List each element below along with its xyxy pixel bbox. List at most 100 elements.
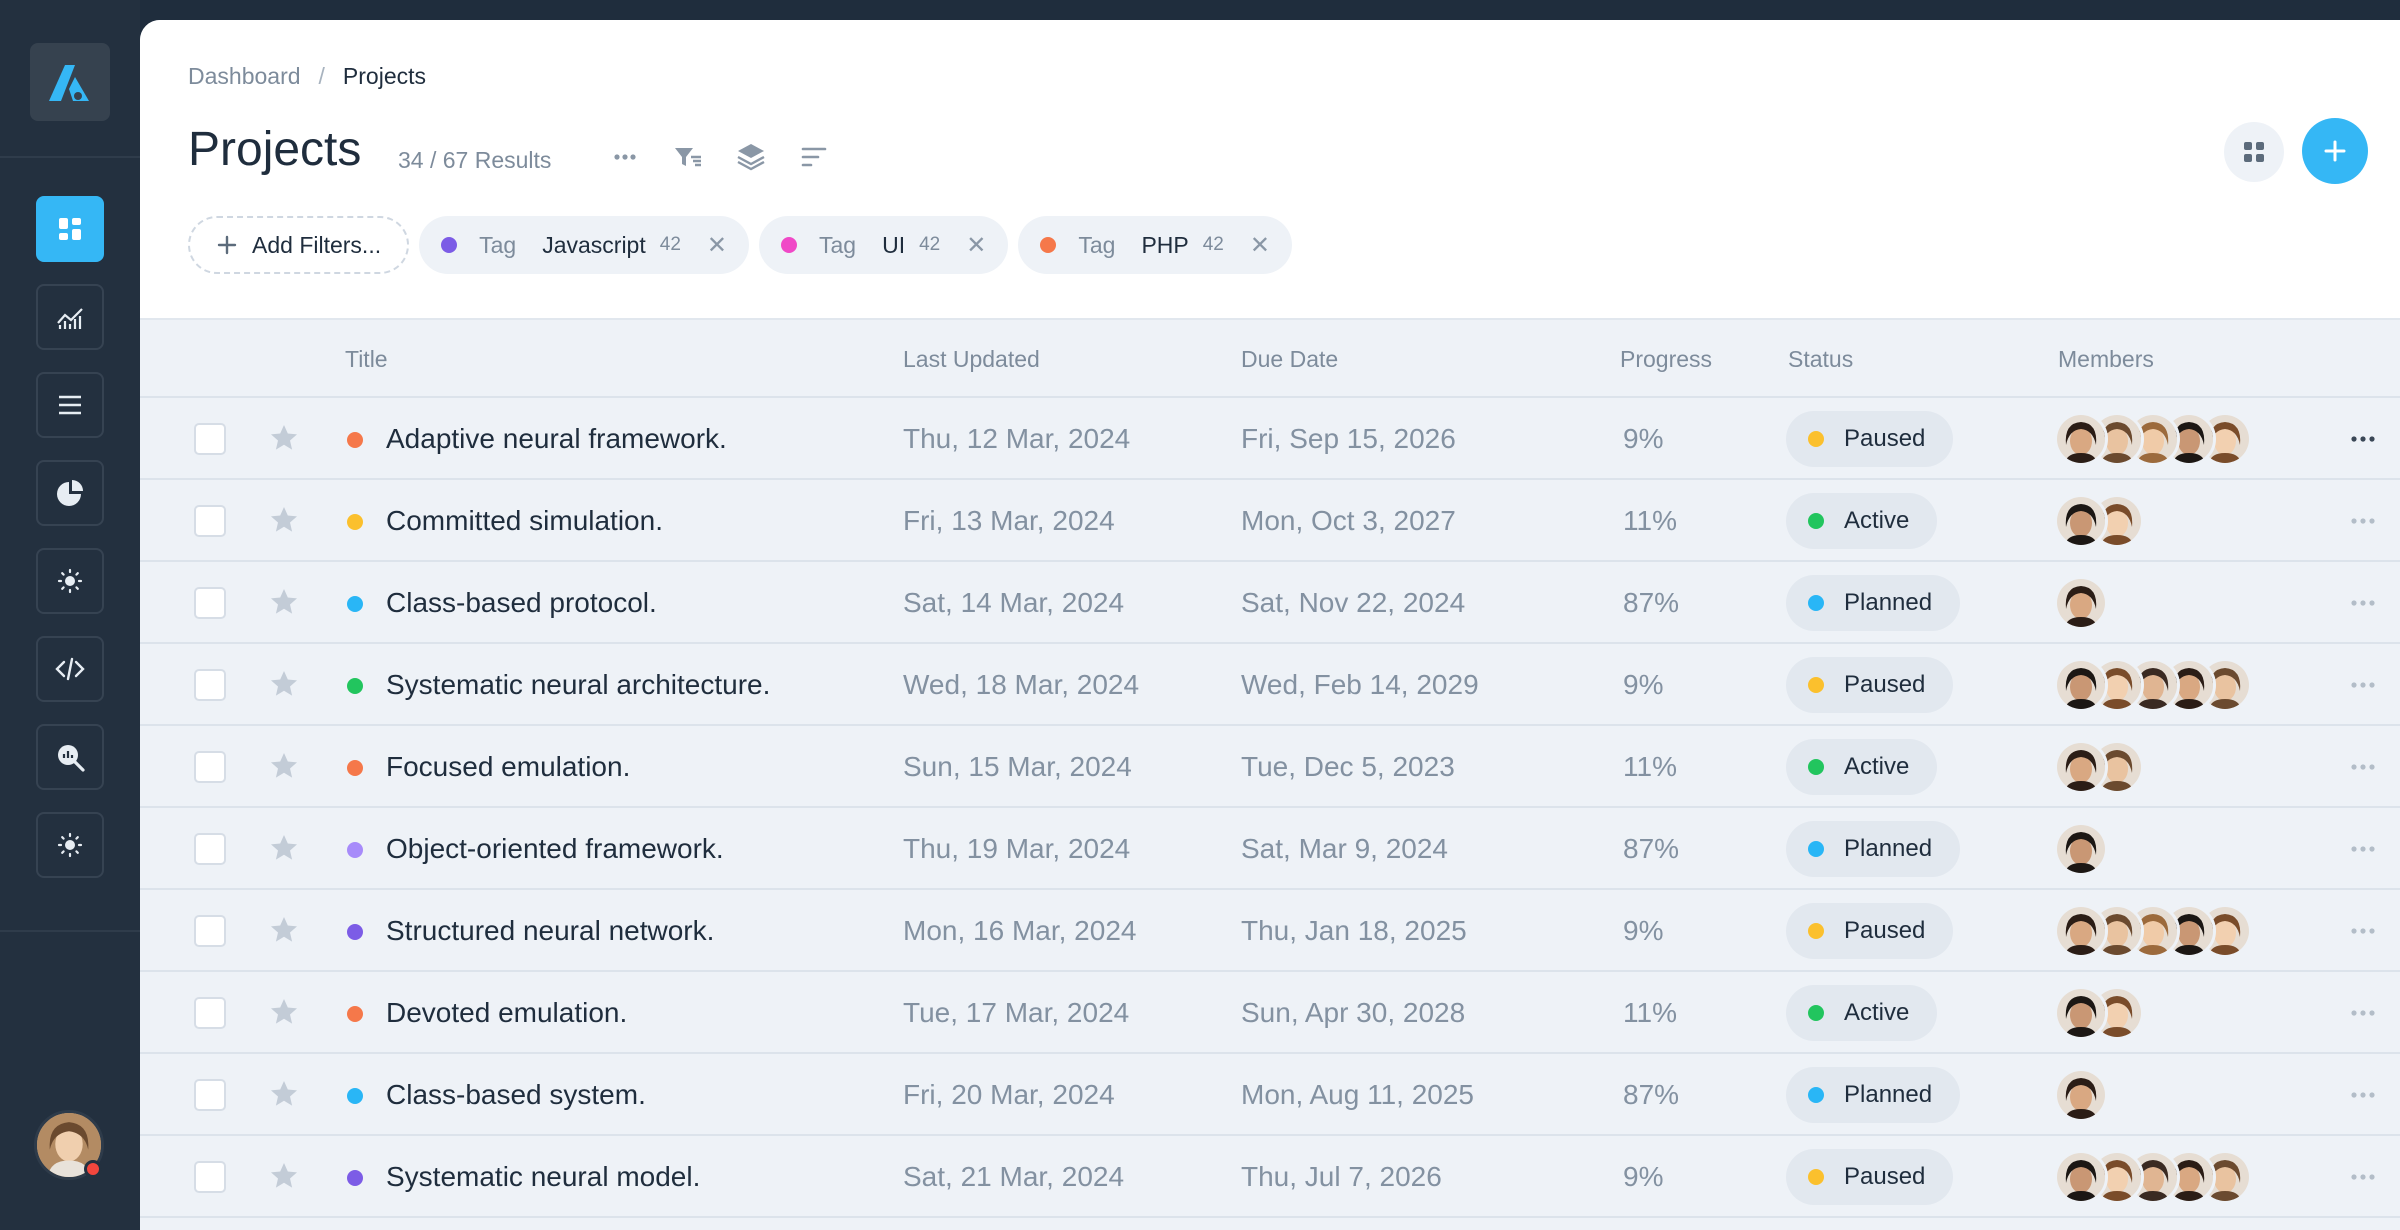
table-row[interactable]: Class-based system. Fri, 20 Mar, 2024 Mon,… bbox=[140, 1054, 2400, 1136]
grid-view-button[interactable] bbox=[2224, 122, 2284, 182]
row-more-icon[interactable] bbox=[2348, 508, 2378, 534]
member-avatar[interactable] bbox=[2054, 1068, 2108, 1122]
filter-icon[interactable] bbox=[671, 140, 705, 174]
star-icon[interactable] bbox=[268, 586, 300, 618]
member-avatar[interactable] bbox=[2054, 412, 2108, 466]
project-title[interactable]: Class-based system. bbox=[386, 1054, 646, 1136]
remove-filter-icon[interactable]: ✕ bbox=[1250, 231, 1270, 260]
star-icon[interactable] bbox=[268, 422, 300, 454]
table-row[interactable]: Adaptive neural framework. Thu, 12 Mar, 2… bbox=[140, 398, 2400, 480]
member-avatar[interactable] bbox=[2054, 494, 2108, 548]
row-checkbox[interactable] bbox=[194, 423, 226, 455]
member-avatar[interactable] bbox=[2054, 740, 2108, 794]
sidebar-item-code[interactable] bbox=[36, 636, 104, 702]
project-title[interactable]: Object-oriented framework. bbox=[386, 808, 724, 890]
row-checkbox[interactable] bbox=[194, 833, 226, 865]
filter-chip[interactable]: Tag UI 42 ✕ bbox=[759, 216, 1009, 274]
brand-logo[interactable] bbox=[30, 43, 110, 121]
row-checkbox[interactable] bbox=[194, 587, 226, 619]
project-color-dot bbox=[347, 432, 363, 448]
table-row[interactable]: Devoted emulation. Tue, 17 Mar, 2024 Sun, … bbox=[140, 972, 2400, 1054]
member-avatar[interactable] bbox=[2054, 1150, 2108, 1204]
table-row[interactable]: Class-based protocol. Sat, 14 Mar, 2024 Sa… bbox=[140, 562, 2400, 644]
star-icon[interactable] bbox=[268, 504, 300, 536]
row-more-icon[interactable] bbox=[2348, 918, 2378, 944]
column-header-status[interactable]: Status bbox=[1788, 346, 1853, 373]
column-header-due[interactable]: Due Date bbox=[1241, 346, 1338, 373]
row-checkbox[interactable] bbox=[194, 1079, 226, 1111]
row-more-icon[interactable] bbox=[2348, 1000, 2378, 1026]
breadcrumb-dashboard-link[interactable]: Dashboard bbox=[188, 63, 301, 90]
filter-bar: Add Filters... Tag Javascript 42 ✕ Tag U… bbox=[188, 216, 1292, 274]
project-title[interactable]: Committed simulation. bbox=[386, 480, 663, 562]
table-row[interactable]: Structured neural network. Mon, 16 Mar, 2… bbox=[140, 890, 2400, 972]
member-avatar[interactable] bbox=[2054, 904, 2108, 958]
add-project-button[interactable] bbox=[2302, 118, 2368, 184]
member-avatar[interactable] bbox=[2054, 576, 2108, 630]
sidebar-item-theme[interactable] bbox=[36, 548, 104, 614]
star-icon[interactable] bbox=[268, 1160, 300, 1192]
table-row[interactable]: Committed simulation. Fri, 13 Mar, 2024 Mo… bbox=[140, 480, 2400, 562]
filter-chip[interactable]: Tag Javascript 42 ✕ bbox=[419, 216, 749, 274]
row-more-icon[interactable] bbox=[2348, 672, 2378, 698]
star-icon[interactable] bbox=[268, 668, 300, 700]
brand-logo-icon bbox=[49, 65, 89, 101]
project-title[interactable]: Focused emulation. bbox=[386, 726, 630, 808]
project-title[interactable]: Adaptive neural framework. bbox=[386, 398, 727, 480]
row-more-icon[interactable] bbox=[2348, 836, 2378, 862]
member-avatar[interactable] bbox=[2054, 986, 2108, 1040]
sort-icon[interactable] bbox=[797, 140, 831, 174]
member-avatar[interactable] bbox=[2054, 658, 2108, 712]
sidebar-item-reports[interactable] bbox=[36, 460, 104, 526]
row-more-icon[interactable] bbox=[2348, 754, 2378, 780]
layers-icon[interactable] bbox=[734, 140, 768, 174]
star-icon[interactable] bbox=[268, 750, 300, 782]
project-title[interactable]: Structured neural network. bbox=[386, 890, 714, 972]
sidebar-item-dashboard[interactable] bbox=[36, 196, 104, 262]
sidebar-item-analytics[interactable] bbox=[36, 284, 104, 350]
row-checkbox[interactable] bbox=[194, 751, 226, 783]
row-more-icon[interactable] bbox=[2348, 1082, 2378, 1108]
star-icon[interactable] bbox=[268, 832, 300, 864]
last-updated: Sat, 21 Mar, 2024 bbox=[903, 1161, 1125, 1192]
project-title[interactable]: Systematic neural architecture. bbox=[386, 644, 770, 726]
row-checkbox[interactable] bbox=[194, 669, 226, 701]
filter-chip[interactable]: Tag PHP 42 ✕ bbox=[1018, 216, 1292, 274]
table-row[interactable]: Object-oriented framework. Thu, 19 Mar, 2… bbox=[140, 808, 2400, 890]
project-title[interactable]: Devoted emulation. bbox=[386, 972, 627, 1054]
progress-value: 11% bbox=[1623, 505, 1677, 536]
column-header-title[interactable]: Title bbox=[345, 346, 388, 373]
add-filters-button[interactable]: Add Filters... bbox=[188, 216, 410, 274]
project-title[interactable]: Systematic neural model. bbox=[386, 1136, 700, 1218]
row-checkbox[interactable] bbox=[194, 915, 226, 947]
column-header-updated[interactable]: Last Updated bbox=[903, 346, 1040, 373]
table-row[interactable]: Systematic neural model. Sat, 21 Mar, 202… bbox=[140, 1136, 2400, 1218]
sidebar-item-settings[interactable] bbox=[36, 812, 104, 878]
last-updated: Wed, 18 Mar, 2024 bbox=[903, 669, 1140, 700]
sidebar-item-list[interactable] bbox=[36, 372, 104, 438]
row-checkbox[interactable] bbox=[194, 997, 226, 1029]
plus-icon bbox=[2324, 140, 2346, 162]
due-date: Mon, Aug 11, 2025 bbox=[1241, 1079, 1474, 1110]
more-options-icon[interactable] bbox=[608, 140, 642, 174]
progress-value: 9% bbox=[1623, 423, 1664, 454]
column-header-members[interactable]: Members bbox=[2058, 346, 2154, 373]
project-title[interactable]: Class-based protocol. bbox=[386, 562, 657, 644]
sidebar-item-search-analytics[interactable] bbox=[36, 724, 104, 790]
table-row[interactable]: Systematic neural architecture. Wed, 18 M… bbox=[140, 644, 2400, 726]
row-more-icon[interactable] bbox=[2348, 426, 2378, 452]
row-more-icon[interactable] bbox=[2348, 1164, 2378, 1190]
remove-filter-icon[interactable]: ✕ bbox=[966, 231, 986, 260]
remove-filter-icon[interactable]: ✕ bbox=[707, 231, 727, 260]
star-icon[interactable] bbox=[268, 914, 300, 946]
column-header-progress[interactable]: Progress bbox=[1620, 346, 1712, 373]
status-label: Planned bbox=[1844, 1081, 1933, 1108]
row-checkbox[interactable] bbox=[194, 505, 226, 537]
star-icon[interactable] bbox=[268, 1078, 300, 1110]
chip-key: Tag bbox=[1078, 231, 1116, 258]
member-avatar[interactable] bbox=[2054, 822, 2108, 876]
table-row[interactable]: Focused emulation. Sun, 15 Mar, 2024 Tue, … bbox=[140, 726, 2400, 808]
row-more-icon[interactable] bbox=[2348, 590, 2378, 616]
row-checkbox[interactable] bbox=[194, 1161, 226, 1193]
star-icon[interactable] bbox=[268, 996, 300, 1028]
